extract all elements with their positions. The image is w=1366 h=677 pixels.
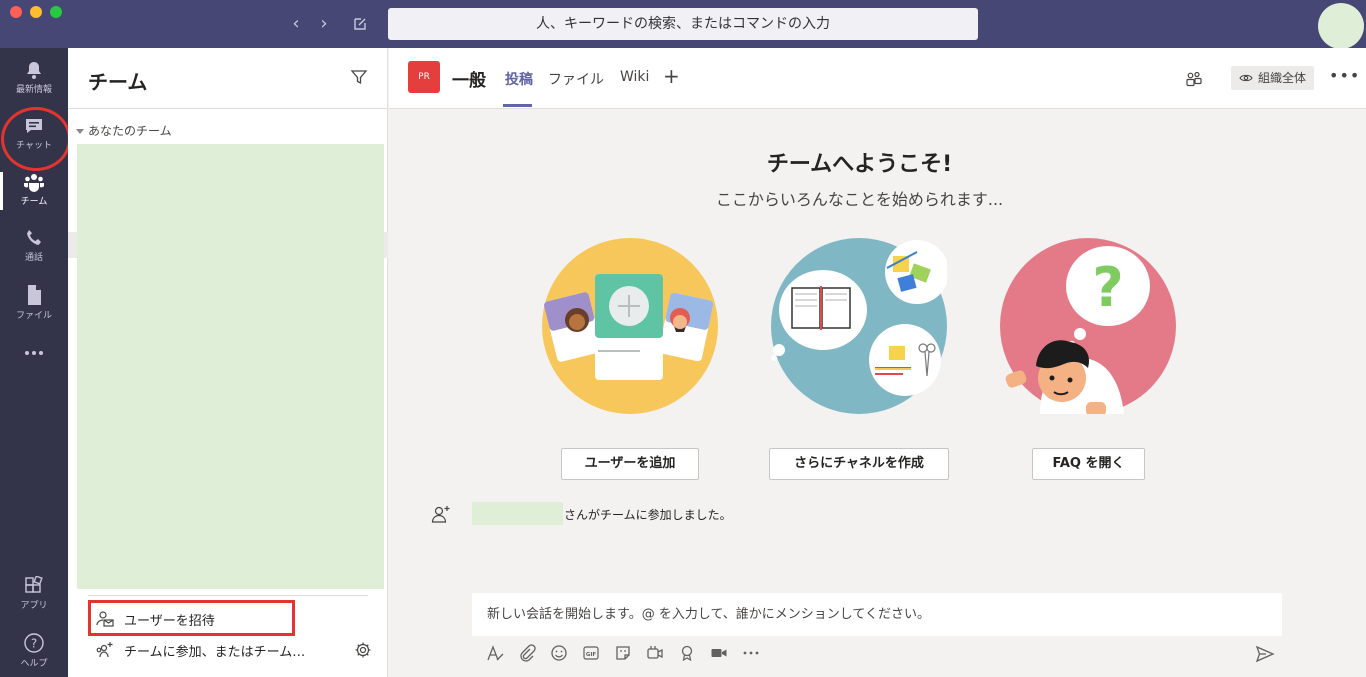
title-bar: ‹ › 人、キーワードの検索、またはコマンドの入力 [0, 0, 1366, 49]
channel-header: PR 一般 投稿 ファイル Wiki + 組織全体 ••• [389, 48, 1366, 109]
rail-label: チーム [20, 197, 48, 207]
join-team-icon [96, 642, 113, 658]
gif-icon[interactable]: GIF [581, 643, 601, 663]
compose-icon[interactable] [348, 12, 372, 36]
panel-title: チーム [88, 70, 148, 94]
rail-item-calls[interactable]: 通話 [0, 220, 68, 274]
sticker-icon[interactable] [613, 643, 633, 663]
rail-item-activity[interactable]: 最新情報 [0, 52, 68, 106]
more-icon [25, 351, 43, 355]
minimize-window-button[interactable] [30, 6, 42, 18]
rail-item-files[interactable]: ファイル [0, 276, 68, 330]
rail-item-apps[interactable]: アプリ [0, 568, 68, 622]
org-label: 組織全体 [1258, 71, 1307, 85]
filter-icon[interactable] [350, 68, 368, 86]
add-user-button[interactable]: ユーザーを追加 [561, 448, 699, 480]
meet-now-icon[interactable] [645, 643, 665, 663]
close-window-button[interactable] [10, 6, 22, 18]
emoji-icon[interactable] [549, 643, 569, 663]
tab-wiki[interactable]: Wiki [620, 69, 649, 85]
activity-message: さんがチームに参加しました。 [564, 508, 732, 522]
maximize-window-button[interactable] [50, 6, 62, 18]
channel-main: PR 一般 投稿 ファイル Wiki + 組織全体 ••• チームへようこそ! … [389, 48, 1366, 677]
bell-icon [27, 62, 41, 79]
welcome-title: チームへようこそ! [766, 152, 953, 177]
faq-illustration: ? [1000, 238, 1176, 414]
apps-icon [25, 576, 43, 593]
more-options-icon[interactable]: ••• [1329, 66, 1360, 85]
video-icon[interactable] [709, 643, 729, 663]
rail-item-teams[interactable]: チーム [0, 164, 68, 218]
add-tab-icon[interactable]: + [663, 64, 680, 88]
invite-user-icon [96, 611, 114, 627]
tab-posts[interactable]: 投稿 [505, 69, 533, 89]
active-tab-indicator [503, 104, 532, 107]
avatar[interactable] [1318, 3, 1364, 49]
search-input[interactable]: 人、キーワードの検索、またはコマンドの入力 [388, 8, 978, 40]
teams-panel: チーム あなたのチーム ユーザーを招待 チームに参加、またはチーム… [68, 48, 388, 677]
eye-icon [1239, 74, 1253, 82]
welcome-subtitle: ここからいろんなことを始められます... [715, 190, 1004, 209]
chevron-down-icon [76, 129, 84, 134]
compose-input[interactable]: 新しい会話を開始します。@ を入力して、誰かにメンションしてください。 [472, 593, 1282, 636]
rail-label: ヘルプ [20, 659, 48, 669]
gear-icon[interactable] [354, 641, 372, 659]
channel-name: 一般 [452, 71, 486, 91]
file-icon [28, 285, 41, 305]
svg-text:?: ? [31, 637, 37, 651]
create-channel-button[interactable]: さらにチャネルを作成 [769, 448, 949, 480]
open-faq-button[interactable]: FAQ を開く [1032, 448, 1145, 480]
tab-files[interactable]: ファイル [548, 69, 604, 89]
join-create-team-button[interactable]: チームに参加、またはチーム… [96, 640, 305, 660]
divider [88, 595, 368, 596]
rail-label: アプリ [20, 601, 48, 611]
invite-users-button[interactable]: ユーザーを招待 [96, 609, 215, 629]
join-label: チームに参加、またはチーム… [124, 644, 306, 660]
rail-item-more[interactable] [0, 338, 68, 392]
rail-label: ファイル [15, 311, 52, 321]
section-label: あなたのチーム [88, 124, 172, 138]
invite-label: ユーザーを招待 [124, 613, 215, 629]
back-icon[interactable]: ‹ [284, 12, 308, 36]
attach-icon[interactable] [517, 643, 537, 663]
teams-icon [24, 174, 44, 192]
active-indicator [0, 172, 3, 210]
svg-text:?: ? [1092, 256, 1123, 319]
redacted-user-name [472, 502, 563, 525]
format-icon[interactable] [485, 643, 505, 663]
team-members-icon[interactable] [1185, 70, 1203, 88]
phone-icon [27, 230, 41, 245]
forward-icon[interactable]: › [312, 12, 336, 36]
add-users-illustration [542, 238, 718, 414]
redacted-team-list [77, 144, 384, 589]
svg-text:GIF: GIF [586, 652, 597, 658]
rail-label: 通話 [24, 253, 43, 263]
praise-icon[interactable] [677, 643, 697, 663]
rail-item-help[interactable]: ? ヘルプ [0, 624, 68, 677]
compose-toolbar: GIF [485, 643, 773, 663]
create-channels-illustration [771, 238, 947, 414]
divider [68, 108, 388, 109]
more-options-icon[interactable] [741, 643, 761, 663]
help-icon: ? [24, 633, 44, 653]
team-avatar[interactable]: PR [408, 61, 440, 93]
org-wide-badge[interactable]: 組織全体 [1231, 66, 1315, 90]
member-added-icon [431, 506, 450, 523]
your-teams-section[interactable]: あなたのチーム [76, 122, 172, 139]
send-icon[interactable] [1255, 645, 1275, 663]
annotation-circle [1, 107, 71, 171]
rail-label: 最新情報 [15, 85, 52, 95]
